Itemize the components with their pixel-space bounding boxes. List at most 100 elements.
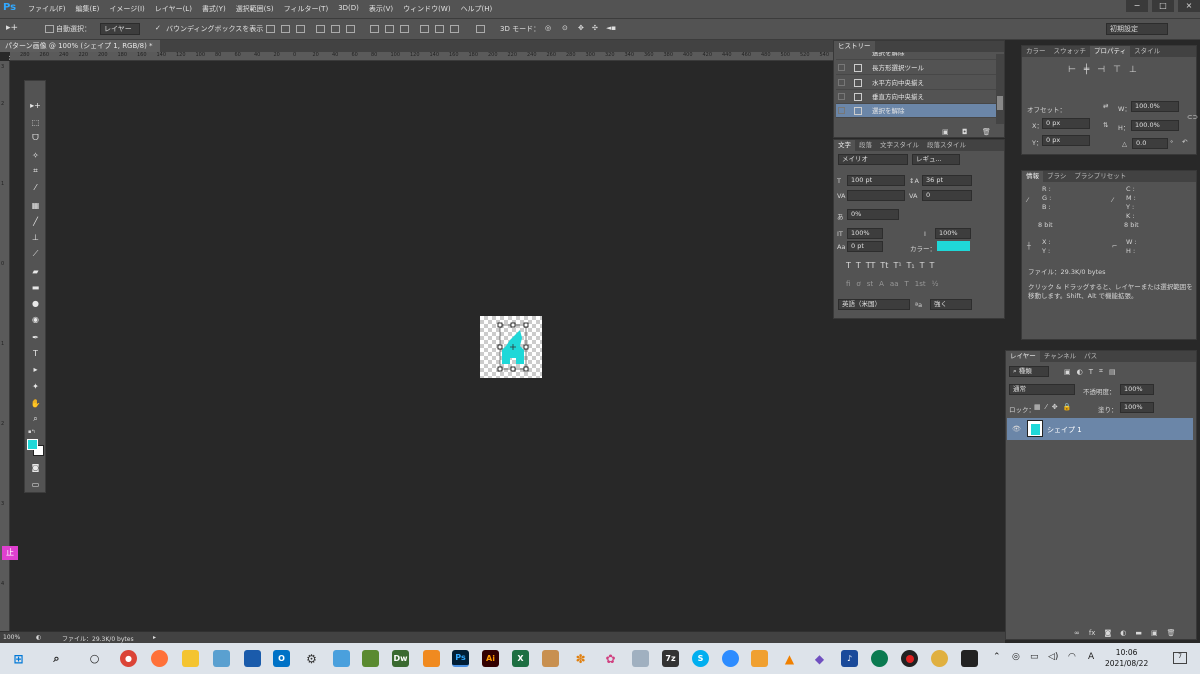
move-tool-icon[interactable]: ▸+ (29, 99, 42, 111)
close-button[interactable]: × (1178, 0, 1200, 12)
lock-paint-icon[interactable]: ⁄ (1046, 403, 1047, 411)
butterfly-icon[interactable]: ✽ (572, 650, 589, 667)
history-snapshot-checkbox[interactable] (838, 79, 845, 86)
transform-handle[interactable] (523, 322, 529, 328)
type-tool-icon[interactable]: T (29, 347, 42, 359)
move-tool-icon[interactable]: ▸+ (6, 23, 18, 33)
align-center-icon[interactable]: ╪ (1084, 65, 1089, 75)
menu-window[interactable]: ウィンドウ(W) (403, 4, 450, 14)
transform-handle[interactable] (510, 366, 516, 372)
menu-help[interactable]: ヘルプ(H) (461, 4, 493, 14)
lock-move-icon[interactable]: ✥ (1052, 403, 1058, 411)
menu-edit[interactable]: 編集(E) (76, 4, 100, 14)
ligature-button[interactable]: fi (846, 280, 850, 288)
transform-handle[interactable] (523, 344, 529, 350)
app-icon[interactable] (751, 650, 768, 667)
windows-start-icon[interactable]: ⊞ (10, 650, 27, 667)
distribute-bottom-icon[interactable] (400, 25, 409, 33)
fill-input[interactable]: 100% (1120, 402, 1154, 413)
menu-file[interactable]: ファイル(F) (28, 4, 66, 14)
ime-indicator[interactable]: A (1088, 652, 1094, 662)
all-caps-button[interactable]: TT (866, 261, 876, 270)
h-input[interactable]: 100.0% (1131, 120, 1179, 131)
titling-button[interactable]: T (905, 280, 909, 288)
link-layers-icon[interactable]: ∞ (1074, 629, 1080, 637)
app-icon[interactable] (333, 650, 350, 667)
magic-wand-tool-icon[interactable]: ✧ (29, 149, 42, 161)
photos-icon[interactable] (244, 650, 261, 667)
font-style-select[interactable]: レギュ... (912, 154, 960, 165)
anti-alias-select[interactable]: 強く (930, 299, 972, 310)
tab-color[interactable]: カラー (1022, 46, 1050, 57)
skype-icon[interactable]: S (692, 650, 709, 667)
menu-image[interactable]: イメージ(I) (109, 4, 144, 14)
shape-tool-icon[interactable]: ✦ (29, 380, 42, 392)
settings-gear-icon[interactable]: ⚙ (303, 650, 320, 667)
app-icon[interactable] (423, 650, 440, 667)
app-icon[interactable] (961, 650, 978, 667)
crop-tool-icon[interactable]: ⌗ (29, 165, 42, 177)
history-snapshot-checkbox[interactable] (838, 64, 845, 71)
taskbar-clock[interactable]: 10:06 2021/08/22 (1105, 647, 1148, 669)
font-size-input[interactable]: 100 pt (847, 175, 905, 186)
outlook-icon[interactable]: O (273, 650, 290, 667)
stylistic-button[interactable]: aa (890, 280, 899, 288)
menu-type[interactable]: 書式(Y) (202, 4, 226, 14)
auto-align-icon[interactable] (476, 25, 485, 33)
3d-slide-icon[interactable]: ✣ (592, 24, 598, 32)
distribute-hcenter-icon[interactable] (435, 25, 444, 33)
rotate-icon[interactable]: ↶ (1182, 138, 1187, 146)
network-icon[interactable]: ◠ (1068, 652, 1076, 662)
tab-brush-presets[interactable]: ブラシプリセット (1070, 171, 1130, 182)
distribute-left-icon[interactable] (420, 25, 429, 33)
document-canvas[interactable] (480, 316, 542, 378)
workspace-dropdown[interactable]: 初期設定 (1106, 23, 1168, 35)
3d-roll-icon[interactable]: ⊙ (562, 24, 568, 32)
maximize-button[interactable]: □ (1152, 0, 1174, 12)
blend-mode-select[interactable]: 通常 (1009, 384, 1075, 395)
contextual-button[interactable]: ơ (856, 280, 860, 288)
transform-handle[interactable] (497, 322, 503, 328)
horizontal-scale-input[interactable]: 100% (935, 228, 971, 239)
tab-styles[interactable]: スタイル (1130, 46, 1164, 57)
discretionary-button[interactable]: st (867, 280, 873, 288)
app-icon[interactable]: ◆ (811, 650, 828, 667)
align-vcenter-icon[interactable] (281, 25, 290, 33)
illustrator-icon[interactable]: Ai (482, 650, 499, 667)
eraser-tool-icon[interactable]: ▰ (29, 265, 42, 277)
align-hcenter-icon[interactable] (331, 25, 340, 33)
healing-brush-tool-icon[interactable]: ▦ (29, 199, 42, 211)
menu-filter[interactable]: フィルター(T) (284, 4, 329, 14)
layer-style-icon[interactable]: fx (1089, 629, 1096, 637)
history-row-selected[interactable]: 選択を解除 (836, 104, 996, 118)
tab-history[interactable]: ヒストリー (834, 41, 875, 52)
leading-input[interactable]: 36 pt (922, 175, 972, 186)
task-view-icon[interactable]: ○ (86, 650, 103, 667)
stamp-tool-icon[interactable]: ⊥ (29, 231, 42, 243)
app-icon[interactable] (871, 650, 888, 667)
default-colors-icon[interactable]: ▪↰ (28, 429, 38, 439)
vertical-scale-input[interactable]: 100% (847, 228, 883, 239)
marquee-tool-icon[interactable]: ⬚ (29, 116, 42, 128)
filter-adjust-icon[interactable]: ◐ (1077, 368, 1083, 376)
trash-icon[interactable]: 🗑 (982, 128, 991, 136)
faux-italic-button[interactable]: T (856, 261, 861, 270)
photoshop-icon[interactable]: Ps (452, 650, 469, 667)
align-right-icon[interactable]: ⊣ (1097, 65, 1105, 75)
battery-icon[interactable]: ▭ (1030, 652, 1039, 662)
app-icon[interactable] (931, 650, 948, 667)
auto-select-checkbox[interactable] (45, 25, 54, 33)
screen-mode-icon[interactable]: ▭ (29, 478, 42, 490)
tab-paragraph[interactable]: 段落 (855, 140, 876, 151)
small-caps-button[interactable]: Tt (880, 261, 888, 270)
filter-type-icon[interactable]: T (1089, 368, 1093, 376)
ordinal-button[interactable]: 1st (915, 280, 926, 288)
tab-character-styles[interactable]: 文字スタイル (876, 140, 923, 151)
group-icon[interactable]: ▬ (1135, 629, 1142, 637)
layer-row[interactable]: 👁 シェイプ 1 (1007, 418, 1193, 440)
history-row[interactable]: 垂直方向中央揃え (836, 90, 996, 104)
document-tab[interactable]: パターン画像 @ 100% (シェイプ 1, RGB/8) * × (0, 40, 160, 62)
stop-badge-icon[interactable]: 止 (2, 546, 18, 560)
app-icon[interactable] (632, 650, 649, 667)
language-select[interactable]: 英語（米国） (838, 299, 910, 310)
